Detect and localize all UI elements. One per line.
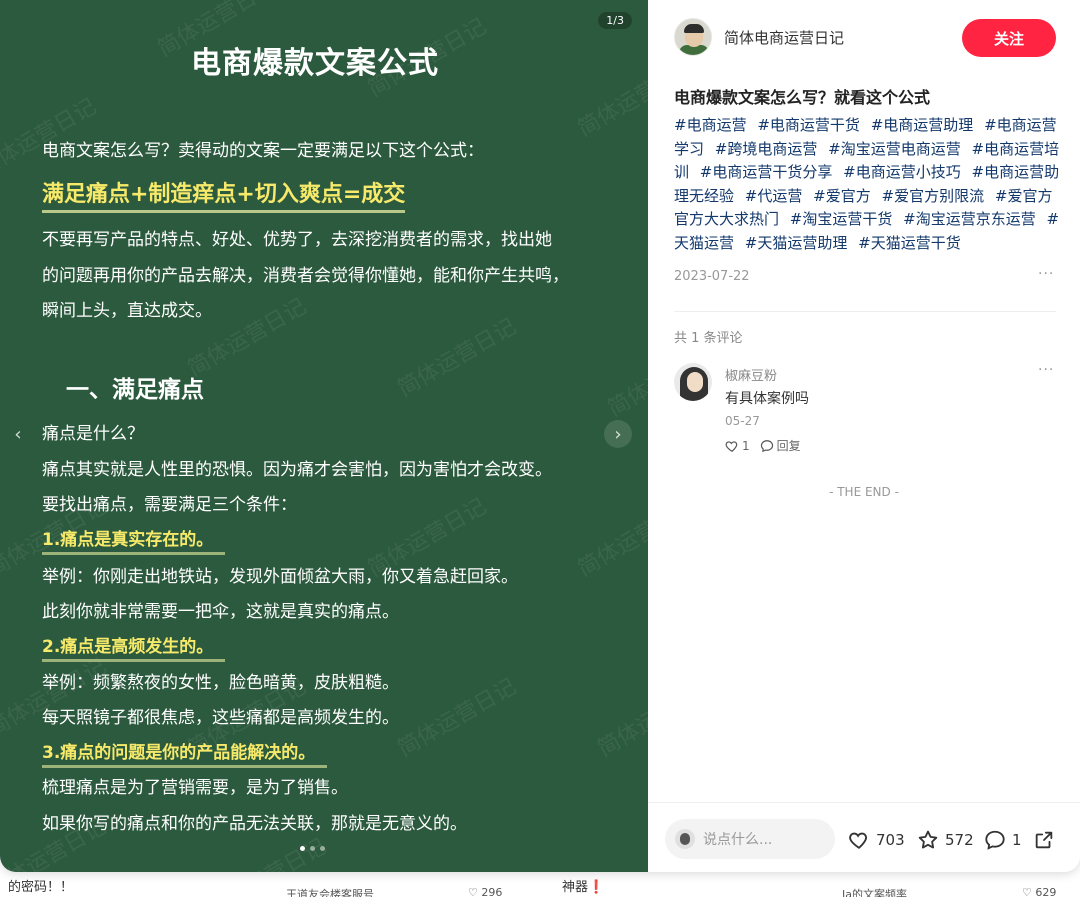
slide-title: 电商爆款文案公式 [191,46,439,81]
slide-example: 每天照镜子都很焦虑，这些痛都是高频发生的。 [42,708,399,728]
slide-section-heading: 一、满足痛点 [66,377,204,403]
watermark-text: 简体运营日记 [0,654,111,742]
feed-item-likes: ♡ 296 [468,886,503,897]
author-avatar[interactable] [674,18,712,56]
divider [674,311,1056,312]
slide-point-1: 1.痛点是真实存在的。 [42,525,226,555]
share-icon [1035,831,1053,849]
app-root: 的密码！！ 王道友会楼客服号 ♡ 296 神器❗ Ja的文案频率 ♡ 629 简… [0,0,1080,897]
slide-paragraph-line: 瞬间上头，直达成交。 [42,301,212,321]
hashtag-link[interactable]: #淘宝运营干货 [790,210,893,228]
heart-icon [849,832,867,849]
comment-more-icon[interactable]: ··· [1038,362,1054,378]
comment-count: 共 1 条评论 [674,331,743,346]
hashtag-link[interactable]: #电商运营干货分享 [700,163,833,181]
reply-label: 回复 [776,439,801,453]
feed-item-author[interactable]: 王道友会楼客服号 [286,886,374,897]
feed-item-title-text: 神器 [562,880,589,895]
hashtag-link[interactable]: #代运营 [745,187,803,205]
watermark-text: 简体运营日记 [603,334,648,422]
author-row[interactable]: 简体电商运营日记 [674,18,844,56]
exclamation-icon: ❗ [588,880,605,895]
feed-item-author[interactable]: Ja的文案频率 [842,886,907,897]
hashtag-link[interactable]: #淘宝运营京东运营 [903,210,1036,228]
collect-button[interactable]: 572 [917,829,974,851]
hashtag-link[interactable]: #天猫运营助理 [745,234,848,252]
note-info-panel: 简体电商运营日记 关注 电商爆款文案怎么写？就看这个公式 #电商运营 #电商运营… [648,0,1080,872]
slide-paragraph-line: 的问题再用你的产品去解决，消费者会觉得你懂她，能和你产生共鸣， [42,266,569,286]
comment-reply-button[interactable]: 回复 [760,437,801,454]
comment-icon [985,830,1005,850]
hashtag-link[interactable]: #电商运营干货 [757,116,860,134]
pagination-dot[interactable] [310,846,315,851]
slide-example: 如果你写的痛点和你的产品无法关联，那就是无意义的。 [42,814,467,834]
heart-icon [725,440,738,452]
comment-date: 05-27 [725,414,760,428]
share-button[interactable] [1033,829,1061,851]
slide-point-3: 3.痛点的问题是你的产品能解决的。 [42,738,328,768]
slide-example: 此刻你就非常需要一把伞，这就是真实的痛点。 [42,602,399,622]
engagement-bar: 说点什么... 703 572 1 [648,802,1080,872]
watermark-text: 简体运营日记 [573,494,648,582]
slide-example: 举例：频繁熬夜的女性，脸色暗黄，皮肤粗糙。 [42,673,399,693]
feed-item-title[interactable]: 的密码！！ [8,876,73,895]
collect-count: 572 [945,831,974,849]
slide-counter: 1/3 [598,12,632,29]
like-count: 703 [876,831,905,849]
comment-like-button[interactable]: 1 [725,439,750,453]
hashtag-link[interactable]: #电商运营 [674,116,747,134]
feed-item-title[interactable]: 神器❗ [562,876,604,895]
commenter-name[interactable]: 椒麻豆粉 [725,365,777,384]
more-icon[interactable]: ··· [1038,266,1054,282]
watermark-text: 简体运营日记 [593,674,648,762]
slide-intro: 电商文案怎么写？卖得动的文案一定要满足以下这个公式： [42,141,484,161]
slide-point-2: 2.痛点是高频发生的。 [42,632,226,662]
comment-input-placeholder: 说点什么... [703,832,773,848]
end-marker: - THE END - [829,485,899,499]
slide-example: 梳理痛点是为了营销需要，是为了销售。 [42,778,348,798]
comment-text: 有具体案例吗 [725,391,809,407]
slide-paragraph-line: 不要再写产品的特点、好处、优势了，去深挖消费者的需求，找出她 [42,230,552,250]
hashtag-link[interactable]: #爱官方 [813,187,871,205]
comment-button[interactable]: 1 [984,829,1022,851]
slide-pagination-dots [300,846,325,851]
watermark-text: 简体运营日记 [393,314,521,402]
commenter-avatar[interactable] [674,363,712,401]
follow-button[interactable]: 关注 [962,19,1056,57]
slide-example: 举例：你刚走出地铁站，发现外面倾盆大雨，你又着急赶回家。 [42,567,518,587]
slide-definition: 痛点其实就是人性里的恐惧。因为痛才会害怕，因为害怕才会改变。 [42,460,552,480]
slide-definition: 要找出痛点，需要满足三个条件： [42,495,297,515]
comment-input[interactable]: 说点什么... [665,819,835,859]
comment-total: 1 [1012,831,1022,849]
star-icon [918,830,938,849]
note-date: 2023-07-22 [674,269,750,284]
comment-icon [760,439,773,452]
hashtag-link[interactable]: #电商运营小技巧 [843,163,961,181]
note-detail-modal: 简体运营日记 简体运营日记 简体运营日记 简体运营日记 简体运营日记 简体运营日记 简体运营… [0,0,1080,872]
hashtag-link[interactable]: #淘宝运营电商运营 [828,140,961,158]
pagination-dot[interactable] [300,846,305,851]
slide-formula: 满足痛点+制造痒点+切入爽点=成交 [42,176,406,213]
hashtag-link[interactable]: #天猫运营干货 [858,234,961,252]
comment-like-count: 1 [742,438,750,453]
slide-question: 痛点是什么？ [42,424,144,444]
note-title: 电商爆款文案怎么写？就看这个公式 [674,88,931,107]
feed-item-likes: ♡ 629 [1022,886,1057,897]
comment-actions: 1 回复 [725,437,811,454]
author-name[interactable]: 简体电商运营日记 [724,27,844,48]
background-feed: 的密码！！ 王道友会楼客服号 ♡ 296 神器❗ Ja的文案频率 ♡ 629 [0,868,1080,897]
hashtag-link[interactable]: #电商运营助理 [871,116,974,134]
feed-item-likes-count: 629 [1035,886,1057,897]
user-avatar-icon [675,829,695,849]
watermark-text: 简体运营日记 [393,674,521,762]
chevron-left-icon[interactable]: ‹ [4,420,32,448]
pagination-dot[interactable] [320,846,325,851]
hashtag-link[interactable]: #爱官方别限流 [882,187,985,205]
tag-list: #电商运营 #电商运营干货 #电商运营助理 #电商运营学习 #跨境电商运营 #淘… [674,114,1060,255]
note-image-slide[interactable]: 简体运营日记 简体运营日记 简体运营日记 简体运营日记 简体运营日记 简体运营日记 简体运营… [0,0,648,872]
feed-item-likes-count: 296 [481,886,503,897]
hashtag-link[interactable]: #跨境电商运营 [715,140,818,158]
chevron-right-icon[interactable]: › [604,420,632,448]
like-button[interactable]: 703 [848,829,905,851]
